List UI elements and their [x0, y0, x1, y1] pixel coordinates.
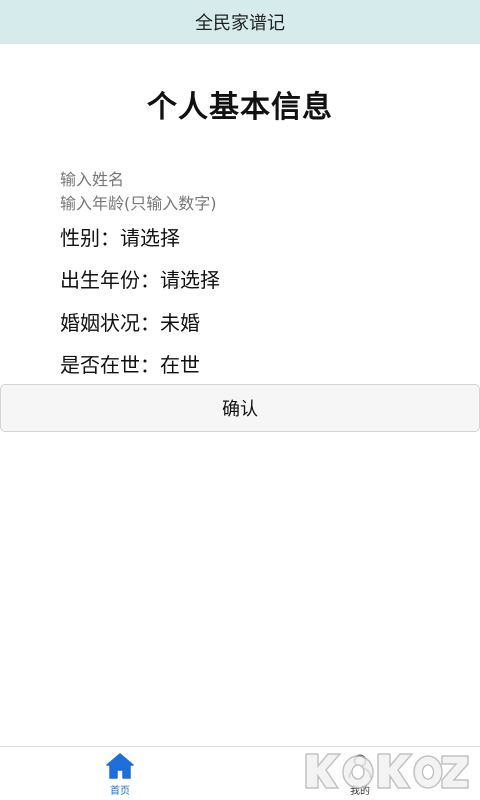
page-title: 个人基本信息 — [147, 90, 333, 125]
birth-year-selector[interactable]: 出生年份： 请选择 — [60, 262, 440, 294]
marital-status-label: 婚姻状况： — [60, 310, 160, 335]
tab-home-label: 首页 — [110, 786, 130, 797]
birth-year-value[interactable]: 请选择 — [160, 264, 220, 293]
gender-label: 性别： — [60, 225, 120, 250]
age-input[interactable] — [60, 192, 440, 214]
name-input[interactable] — [60, 168, 440, 190]
marital-status-value[interactable]: 未婚 — [160, 307, 200, 336]
marital-status-selector[interactable]: 婚姻状况： 未婚 — [60, 305, 440, 337]
alive-status-value[interactable]: 在世 — [160, 349, 200, 378]
gender-value[interactable]: 请选择 — [120, 222, 180, 251]
birth-year-label: 出生年份： — [60, 267, 160, 292]
alive-status-label: 是否在世： — [60, 352, 160, 377]
app-title: 全民家谱记 — [195, 13, 285, 34]
home-icon — [106, 753, 134, 779]
confirm-button[interactable]: 确认 — [0, 384, 480, 432]
gender-selector[interactable]: 性别： 请选择 — [60, 220, 440, 252]
kokoz-watermark-logo — [305, 753, 469, 789]
tab-home[interactable]: 首页 — [80, 753, 160, 799]
app-header: 全民家谱记 — [0, 0, 480, 44]
alive-status-selector[interactable]: 是否在世： 在世 — [60, 347, 440, 379]
